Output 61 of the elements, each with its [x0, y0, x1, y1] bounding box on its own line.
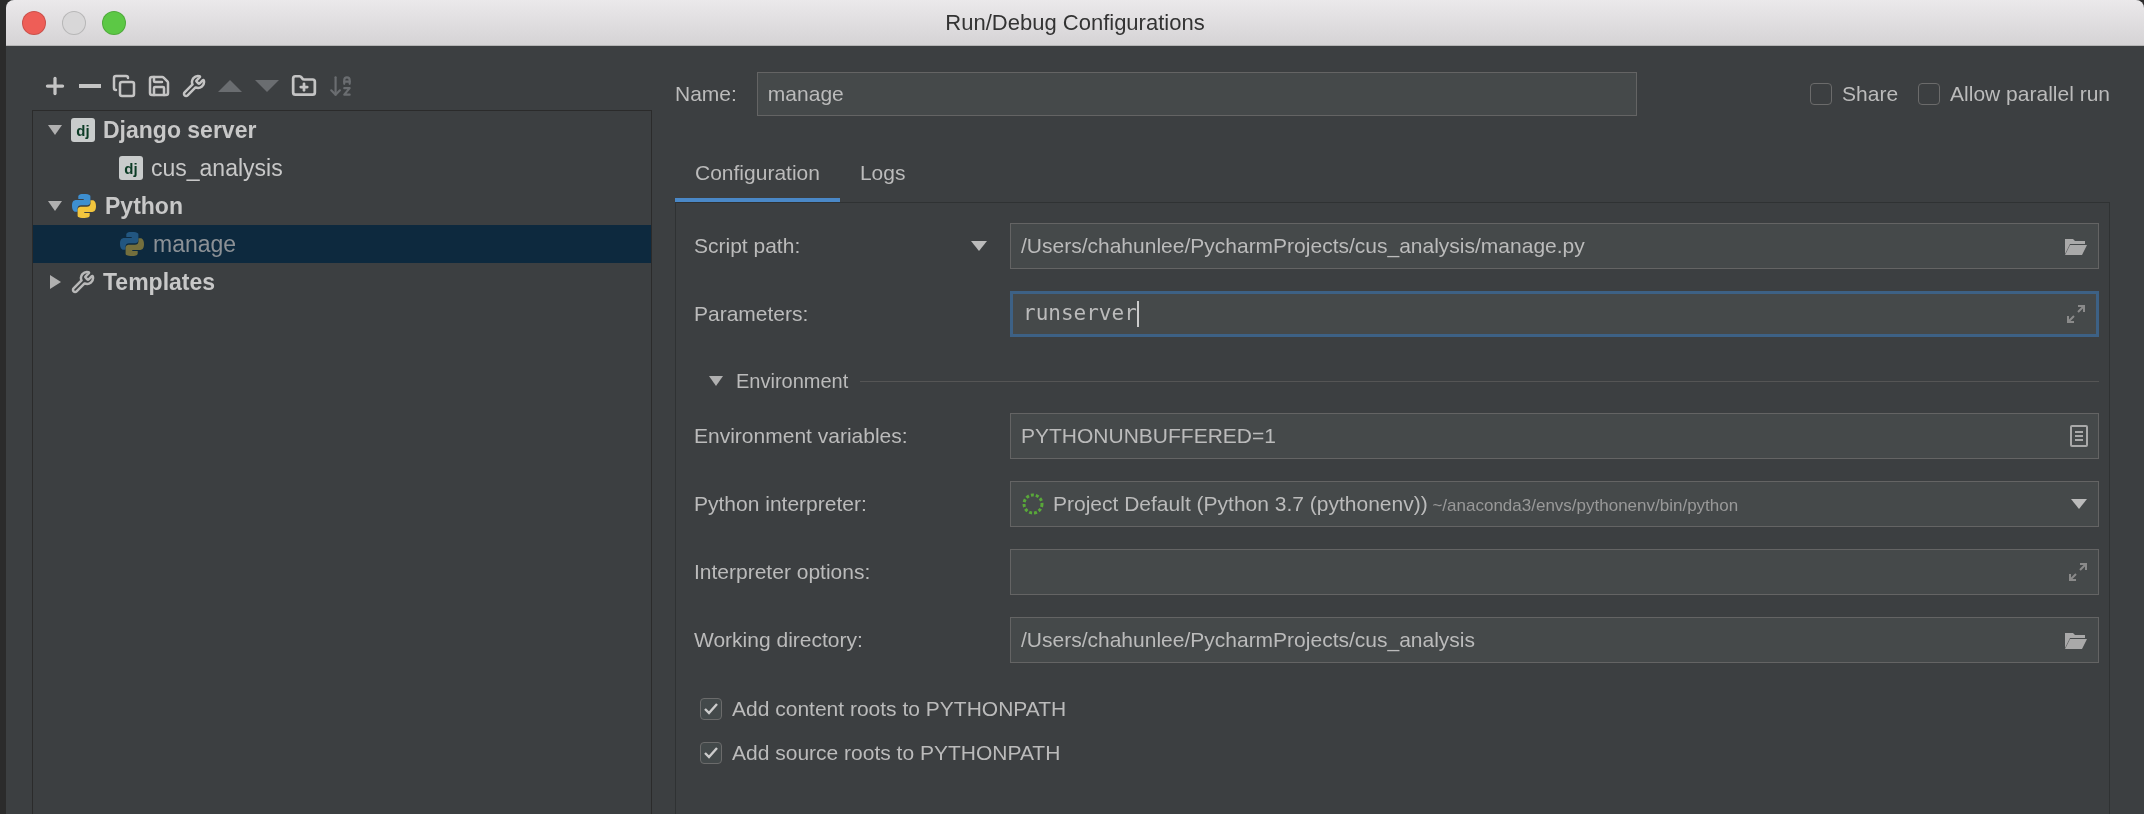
- window-title: Run/Debug Configurations: [945, 9, 1205, 36]
- checkbox-label: Add content roots to PYTHONPATH: [732, 697, 1067, 721]
- checkbox[interactable]: [700, 742, 722, 764]
- save-icon: [147, 74, 171, 98]
- checkbox[interactable]: [1918, 83, 1941, 105]
- toolbar-button[interactable]: [147, 74, 171, 98]
- minus-icon: [79, 84, 101, 88]
- field-label: Environment variables:: [694, 424, 908, 448]
- tab[interactable]: Logs: [839, 147, 926, 202]
- check-icon: [704, 703, 718, 715]
- interpreter-select[interactable]: Project Default (Python 3.7 (pythonenv)) ~/anaconda3/envs/pythonenv/bin/python: [1010, 481, 2099, 527]
- checkbox[interactable]: [700, 698, 722, 720]
- checkbox-label: Add source roots to PYTHONPATH: [732, 741, 1061, 765]
- expand-icon[interactable]: [2066, 304, 2086, 324]
- document-icon[interactable]: [2070, 425, 2088, 447]
- folder-icon[interactable]: [2064, 630, 2088, 650]
- field-label: Script path:: [694, 234, 801, 258]
- django-icon: dj: [119, 156, 143, 180]
- name-field[interactable]: manage: [756, 72, 1637, 116]
- input-field[interactable]: PYTHONUNBUFFERED=1: [1010, 413, 2099, 459]
- field-label: Python interpreter:: [694, 492, 867, 516]
- expand-icon[interactable]: [2068, 562, 2088, 582]
- input-field[interactable]: runserver: [1010, 291, 2099, 337]
- tree-item[interactable]: Templates: [33, 263, 651, 301]
- check-icon: [704, 747, 718, 759]
- tab[interactable]: Configuration: [675, 147, 840, 202]
- section-title: Environment: [736, 369, 849, 393]
- tree-item[interactable]: dj cus_analysis: [33, 149, 651, 187]
- tree-item[interactable]: dj Django server: [33, 111, 651, 149]
- field-label: Parameters:: [694, 302, 809, 326]
- tree-item[interactable]: manage: [33, 225, 651, 263]
- checkbox-label: Share: [1842, 82, 1899, 106]
- toolbar-button[interactable]: [112, 74, 136, 98]
- python-logo-icon: [71, 193, 97, 219]
- copy-icon: [112, 74, 136, 98]
- python-logo-icon: [119, 231, 145, 257]
- toolbar-button[interactable]: [182, 74, 206, 98]
- spinner-icon: [1021, 492, 1045, 516]
- field-label: Interpreter options:: [694, 560, 871, 584]
- folder-plus-icon: [291, 73, 317, 99]
- folder-icon[interactable]: [2064, 236, 2088, 256]
- zoom-button[interactable]: [102, 10, 126, 35]
- dropdown-arrow-icon[interactable]: [970, 240, 988, 252]
- name-label: Name:: [675, 82, 737, 106]
- triangle-down-icon: [254, 79, 280, 93]
- checkbox-label: Allow parallel run: [1950, 82, 2110, 106]
- field-label: Working directory:: [694, 628, 863, 652]
- django-icon: dj: [71, 118, 95, 142]
- input-field[interactable]: /Users/chahunlee/PycharmProjects/cus_analysis: [1010, 617, 2099, 663]
- wrench-icon: [71, 270, 95, 294]
- triangle-up-icon: [217, 79, 243, 93]
- input-field[interactable]: /Users/chahunlee/PycharmProjects/cus_analysis/manage.py: [1010, 223, 2099, 269]
- dropdown-arrow-icon[interactable]: [2070, 498, 2088, 510]
- input-field[interactable]: [1010, 549, 2099, 595]
- collapsed-arrow-icon[interactable]: [47, 274, 63, 290]
- sort-alphabetical-icon: [328, 73, 354, 99]
- checkbox[interactable]: [1810, 83, 1833, 105]
- toolbar-button[interactable]: [291, 73, 317, 99]
- tree-item[interactable]: Python: [33, 187, 651, 225]
- wrench-icon: [182, 74, 206, 98]
- close-button[interactable]: [22, 10, 46, 35]
